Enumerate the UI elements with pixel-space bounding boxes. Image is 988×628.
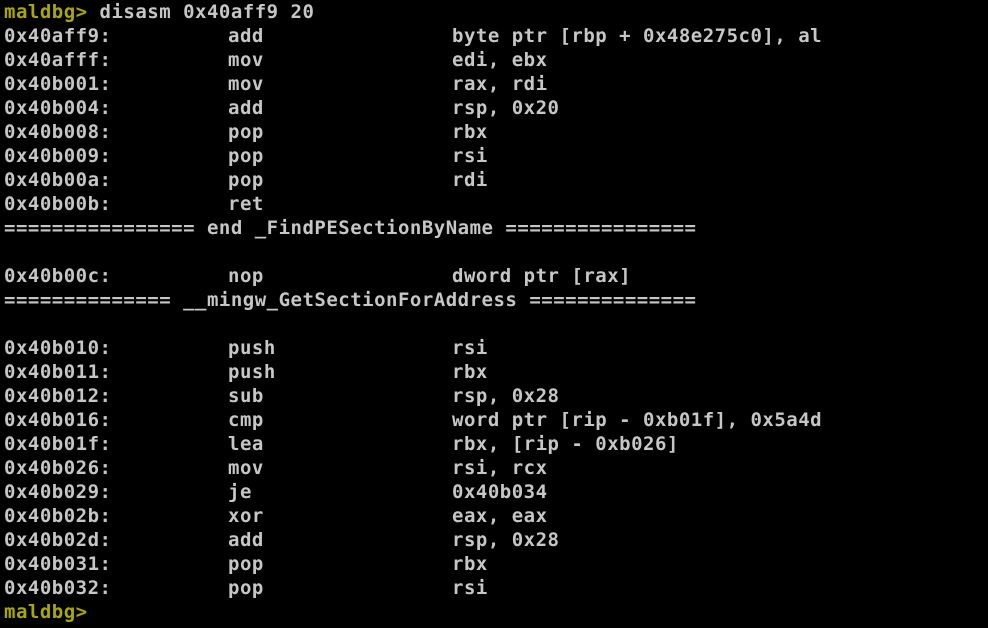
operands: rbx: [452, 553, 488, 575]
mnemonic: mov: [228, 457, 264, 479]
address: 0x40b026:: [4, 457, 112, 479]
disasm-row: 0x40afff: mov edi, ebx: [4, 48, 988, 72]
mnemonic: pop: [228, 121, 264, 143]
input-line[interactable]: maldbg>: [4, 600, 988, 624]
function-separator-end: ================ end _FindPESectionByNam…: [4, 217, 697, 239]
address: 0x40b00b:: [4, 193, 112, 215]
mnemonic: lea: [228, 433, 264, 455]
address: 0x40b00a:: [4, 169, 112, 191]
mnemonic: push: [228, 361, 276, 383]
operands: rsi: [452, 145, 488, 167]
address: 0x40b01f:: [4, 433, 112, 455]
disasm-row: 0x40b026: mov rsi, rcx: [4, 456, 988, 480]
operands: rsp, 0x20: [452, 97, 560, 119]
disasm-row: 0x40aff9: add byte ptr [rbp + 0x48e275c0],…: [4, 24, 988, 48]
operands: rsi: [452, 337, 488, 359]
operands: rsp, 0x28: [452, 385, 560, 407]
address: 0x40b011:: [4, 361, 112, 383]
disasm-row: 0x40b01f: lea rbx, [rip - 0xb026]: [4, 432, 988, 456]
address: 0x40b008:: [4, 121, 112, 143]
mnemonic: pop: [228, 577, 264, 599]
disasm-row: 0x40b029: je 0x40b034: [4, 480, 988, 504]
address: 0x40b004:: [4, 97, 112, 119]
address: 0x40b02b:: [4, 505, 112, 527]
operands: eax, eax: [452, 505, 548, 527]
disasm-block-3: 0x40b010: push rsi 0x40b011: push rbx 0x40b0…: [4, 336, 988, 600]
prompt: maldbg>: [4, 1, 88, 23]
disasm-row: 0x40b012: sub rsp, 0x28: [4, 384, 988, 408]
mnemonic: add: [228, 97, 264, 119]
mnemonic: cmp: [228, 409, 264, 431]
mnemonic: add: [228, 529, 264, 551]
address: 0x40b010:: [4, 337, 112, 359]
disasm-row: 0x40b004: add rsp, 0x20: [4, 96, 988, 120]
mnemonic: nop: [228, 265, 264, 287]
mnemonic: pop: [228, 145, 264, 167]
address: 0x40b00c:: [4, 265, 112, 287]
mnemonic: pop: [228, 553, 264, 575]
mnemonic: ret: [228, 193, 264, 215]
disasm-row: 0x40b00b: ret: [4, 192, 988, 216]
mnemonic: push: [228, 337, 276, 359]
operands: byte ptr [rbp + 0x48e275c0], al: [452, 25, 823, 47]
operands: edi, ebx: [452, 49, 548, 71]
disasm-row: 0x40b00a: pop rdi: [4, 168, 988, 192]
mnemonic: mov: [228, 73, 264, 95]
address: 0x40afff:: [4, 49, 112, 71]
function-separator-start: ============== __mingw_GetSectionForAddr…: [4, 289, 697, 311]
mnemonic: je: [228, 481, 252, 503]
disasm-row: 0x40b02b: xor eax, eax: [4, 504, 988, 528]
operands: rdi: [452, 169, 488, 191]
disasm-block-2: 0x40b00c: nop dword ptr [rax]: [4, 264, 988, 288]
address: 0x40b012:: [4, 385, 112, 407]
disasm-row: 0x40b008: pop rbx: [4, 120, 988, 144]
mnemonic: pop: [228, 169, 264, 191]
address: 0x40b02d:: [4, 529, 112, 551]
mnemonic: add: [228, 25, 264, 47]
operands: rbx: [452, 121, 488, 143]
operands: dword ptr [rax]: [452, 265, 632, 287]
disasm-row: 0x40b031: pop rbx: [4, 552, 988, 576]
terminal-window[interactable]: maldbg> disasm 0x40aff9 20 0x40aff9: add b…: [0, 0, 988, 628]
disasm-row: 0x40b011: push rbx: [4, 360, 988, 384]
command-line: maldbg> disasm 0x40aff9 20: [4, 0, 988, 24]
disasm-row: 0x40b010: push rsi: [4, 336, 988, 360]
command-text: disasm 0x40aff9 20: [87, 1, 315, 23]
address: 0x40b031:: [4, 553, 112, 575]
disasm-row: 0x40b001: mov rax, rdi: [4, 72, 988, 96]
mnemonic: mov: [228, 49, 264, 71]
disasm-row: 0x40b02d: add rsp, 0x28: [4, 528, 988, 552]
prompt: maldbg>: [4, 601, 88, 623]
operands: rsp, 0x28: [452, 529, 560, 551]
disasm-row: 0x40b00c: nop dword ptr [rax]: [4, 264, 988, 288]
operands: rax, rdi: [452, 73, 548, 95]
mnemonic: xor: [228, 505, 264, 527]
address: 0x40aff9:: [4, 25, 112, 47]
operands: 0x40b034: [452, 481, 548, 503]
disasm-block-1: 0x40aff9: add byte ptr [rbp + 0x48e275c0],…: [4, 24, 988, 216]
address: 0x40b032:: [4, 577, 112, 599]
operands: rbx: [452, 361, 488, 383]
mnemonic: sub: [228, 385, 264, 407]
operands: word ptr [rip - 0xb01f], 0x5a4d: [452, 409, 823, 431]
address: 0x40b016:: [4, 409, 112, 431]
disasm-row: 0x40b032: pop rsi: [4, 576, 988, 600]
address: 0x40b009:: [4, 145, 112, 167]
disasm-row: 0x40b016: cmp word ptr [rip - 0xb01f], 0x5…: [4, 408, 988, 432]
address: 0x40b001:: [4, 73, 112, 95]
operands: rsi: [452, 577, 488, 599]
address: 0x40b029:: [4, 481, 112, 503]
disasm-row: 0x40b009: pop rsi: [4, 144, 988, 168]
operands: rsi, rcx: [452, 457, 548, 479]
operands: rbx, [rip - 0xb026]: [452, 433, 679, 455]
